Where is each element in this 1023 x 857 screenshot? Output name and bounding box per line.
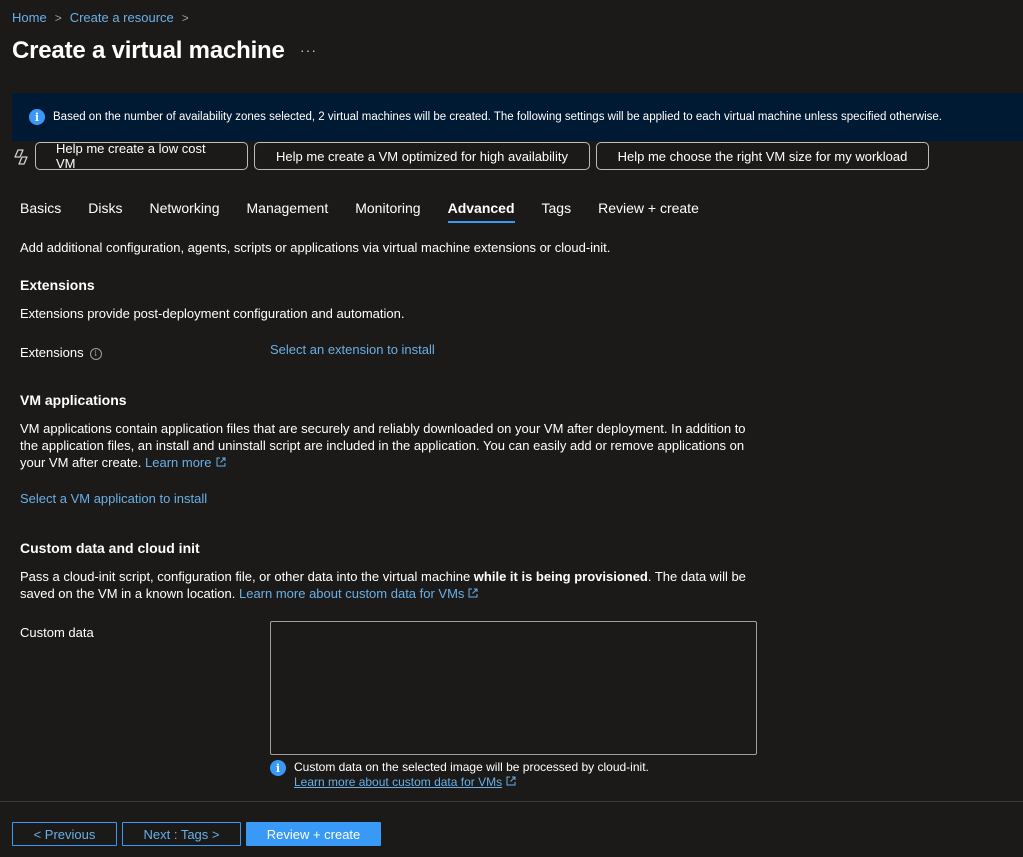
extensions-label: Extensions i bbox=[20, 345, 102, 360]
custom-data-note: i Custom data on the selected image will… bbox=[270, 760, 649, 790]
info-banner-text: Based on the number of availability zone… bbox=[53, 111, 942, 123]
copilot-icon bbox=[14, 149, 28, 165]
advanced-intro-text: Add additional configuration, agents, sc… bbox=[20, 240, 611, 255]
info-banner: i Based on the number of availability zo… bbox=[12, 93, 1023, 141]
extensions-description: Extensions provide post-deployment confi… bbox=[20, 306, 405, 321]
tab-management[interactable]: Management bbox=[247, 200, 329, 223]
page-title: Create a virtual machine bbox=[12, 37, 285, 64]
custom-data-desc-line: Pass a cloud-init script, configuration … bbox=[20, 568, 780, 585]
breadcrumb: Home > Create a resource > bbox=[12, 10, 197, 25]
more-options-button[interactable]: ··· bbox=[300, 42, 317, 58]
info-icon: i bbox=[270, 760, 286, 776]
tab-networking[interactable]: Networking bbox=[149, 200, 219, 223]
custom-data-desc-bold: while it is being provisioned bbox=[473, 569, 648, 584]
suggestion-vm-size-button[interactable]: Help me choose the right VM size for my … bbox=[596, 142, 929, 170]
tab-review-create[interactable]: Review + create bbox=[598, 200, 699, 223]
previous-button[interactable]: < Previous bbox=[12, 822, 117, 846]
review-create-button[interactable]: Review + create bbox=[246, 822, 381, 846]
breadcrumb-separator: > bbox=[181, 10, 189, 25]
select-vm-application-link[interactable]: Select a VM application to install bbox=[20, 491, 207, 506]
vm-applications-desc-line: VM applications contain application file… bbox=[20, 421, 746, 436]
custom-data-description: Pass a cloud-init script, configuration … bbox=[20, 568, 780, 602]
custom-data-note-text: Custom data on the selected image will b… bbox=[294, 760, 649, 774]
suggestion-high-availability-button[interactable]: Help me create a VM optimized for high a… bbox=[254, 142, 590, 170]
external-link-icon bbox=[216, 457, 225, 467]
vm-applications-desc-line: your VM after create. Learn more bbox=[20, 454, 780, 471]
custom-data-desc-line: saved on the VM in a known location. Lea… bbox=[20, 585, 780, 602]
custom-data-note-learn-more-link[interactable]: Learn more about custom data for VMs bbox=[294, 775, 502, 789]
vm-applications-desc-line-text: your VM after create. bbox=[20, 455, 142, 470]
info-icon: i bbox=[29, 109, 45, 125]
external-link-icon bbox=[468, 588, 478, 598]
tab-advanced[interactable]: Advanced bbox=[447, 200, 515, 223]
suggestion-low-cost-vm-button[interactable]: Help me create a low cost VM bbox=[35, 141, 248, 171]
tab-basics[interactable]: Basics bbox=[20, 200, 61, 223]
copilot-suggestions: Help me create a low cost VM Help me cre… bbox=[35, 141, 929, 171]
vm-applications-desc-line: the application files, an install and un… bbox=[20, 438, 745, 453]
custom-data-desc-line2: saved on the VM in a known location. bbox=[20, 586, 236, 601]
tab-disks[interactable]: Disks bbox=[88, 200, 122, 223]
custom-data-textarea[interactable] bbox=[270, 621, 757, 755]
tab-tags[interactable]: Tags bbox=[542, 200, 572, 223]
external-link-icon bbox=[506, 776, 516, 786]
tab-monitoring[interactable]: Monitoring bbox=[355, 200, 420, 223]
extensions-label-text: Extensions bbox=[20, 345, 84, 360]
info-tooltip-icon[interactable]: i bbox=[89, 347, 102, 360]
vm-applications-learn-more-link[interactable]: Learn more bbox=[145, 455, 211, 470]
breadcrumb-create-resource-link[interactable]: Create a resource bbox=[70, 10, 174, 25]
select-extension-link[interactable]: Select an extension to install bbox=[270, 342, 435, 357]
vm-applications-description: VM applications contain application file… bbox=[20, 420, 780, 471]
vm-applications-heading: VM applications bbox=[20, 392, 127, 408]
tab-bar: Basics Disks Networking Management Monit… bbox=[20, 200, 726, 223]
custom-data-label: Custom data bbox=[20, 625, 94, 640]
custom-data-desc-pre: Pass a cloud-init script, configuration … bbox=[20, 569, 474, 584]
custom-data-heading: Custom data and cloud init bbox=[20, 540, 200, 556]
extensions-heading: Extensions bbox=[20, 277, 95, 293]
breadcrumb-separator: > bbox=[54, 10, 62, 25]
breadcrumb-home-link[interactable]: Home bbox=[12, 10, 47, 25]
custom-data-desc-post: . The data will be bbox=[647, 569, 746, 584]
next-tags-button[interactable]: Next : Tags > bbox=[122, 822, 241, 846]
custom-data-learn-more-link[interactable]: Learn more about custom data for VMs bbox=[239, 586, 464, 601]
footer-divider bbox=[0, 801, 1023, 802]
